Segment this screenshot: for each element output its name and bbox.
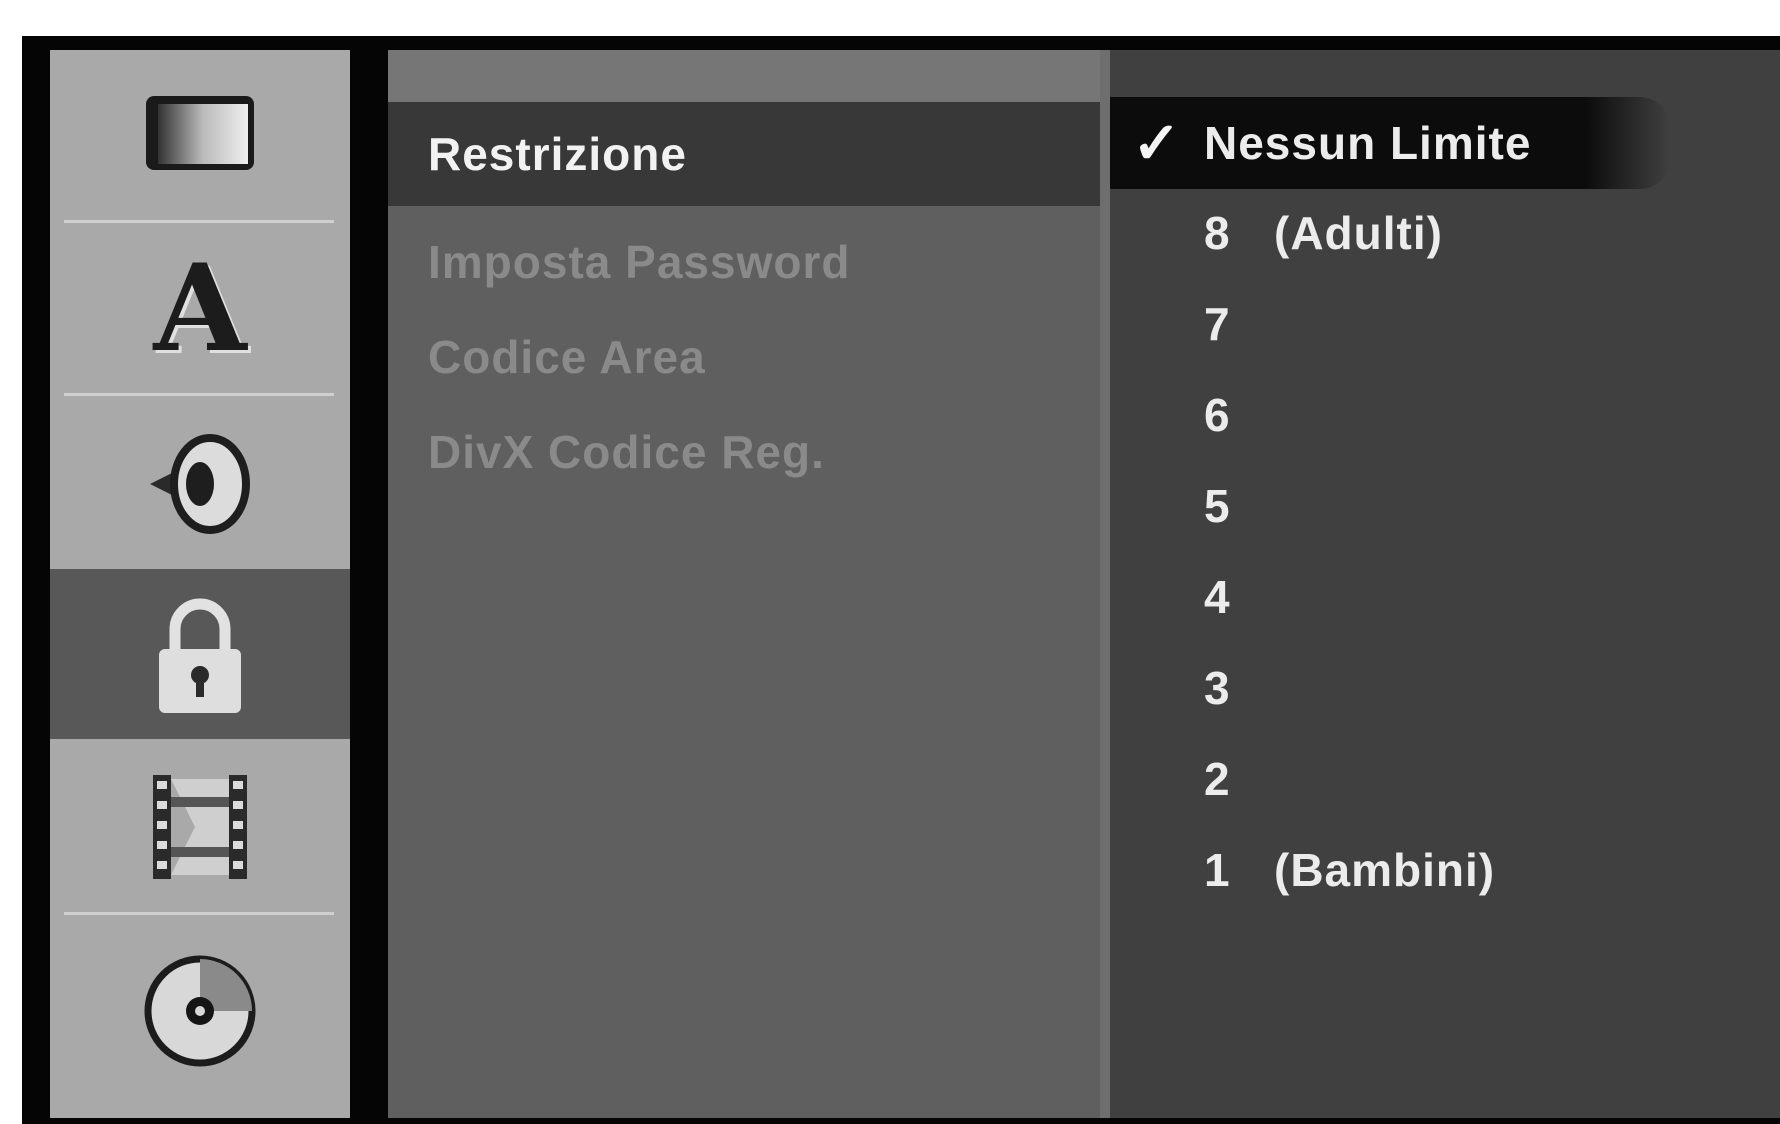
option-label: Nessun Limite xyxy=(1204,117,1532,169)
lock-icon xyxy=(159,598,241,713)
option-level-7[interactable]: 7 xyxy=(1110,278,1670,370)
submenu-header-bar xyxy=(388,50,1100,105)
option-number: 3 xyxy=(1204,662,1231,714)
speaker-icon xyxy=(150,434,250,534)
menu-item-set-password[interactable]: Imposta Password xyxy=(388,210,1100,314)
menu-item-divx-reg-code[interactable]: DivX Codice Reg. xyxy=(388,400,1100,504)
checkmark-icon: ✓ xyxy=(1132,111,1182,176)
sidebar-separator xyxy=(64,912,334,915)
option-level-4[interactable]: 4 xyxy=(1110,551,1670,643)
menu-item-area-code[interactable]: Codice Area xyxy=(388,305,1100,409)
option-level-3[interactable]: 3 xyxy=(1110,642,1670,734)
option-level-6[interactable]: 6 xyxy=(1110,369,1670,461)
sidebar-item-language[interactable]: A xyxy=(50,223,350,393)
option-label: (Bambini) xyxy=(1274,844,1496,896)
option-number: 8 xyxy=(1204,207,1231,259)
options-panel: ✓ Nessun Limite 8 (Adulti) 7 6 5 4 3 2 1… xyxy=(1110,50,1780,1118)
option-level-5[interactable]: 5 xyxy=(1110,460,1670,552)
option-level-2[interactable]: 2 xyxy=(1110,733,1670,825)
sidebar-item-movie[interactable] xyxy=(50,742,350,912)
film-icon xyxy=(153,775,247,879)
option-number: 7 xyxy=(1204,298,1231,350)
option-level-8[interactable]: 8 (Adulti) xyxy=(1110,187,1670,279)
language-icon: A xyxy=(153,237,247,379)
option-no-limit[interactable]: ✓ Nessun Limite xyxy=(1110,97,1670,189)
sidebar-item-disc[interactable] xyxy=(50,926,350,1096)
panel-divider xyxy=(1100,50,1110,1118)
menu-item-restriction[interactable]: Restrizione xyxy=(388,102,1100,206)
option-number: 5 xyxy=(1204,480,1231,532)
option-label: (Adulti) xyxy=(1274,207,1443,259)
option-number: 6 xyxy=(1204,389,1231,441)
option-number: 1 xyxy=(1204,844,1231,896)
sidebar-item-lock[interactable] xyxy=(50,569,350,739)
option-number: 4 xyxy=(1204,571,1231,623)
disc-icon xyxy=(144,955,256,1067)
setup-menu-screen: A Restrizione Imposta Password Codice Ar… xyxy=(22,36,1780,1124)
sidebar-item-audio[interactable] xyxy=(50,396,350,566)
submenu-panel: Restrizione Imposta Password Codice Area… xyxy=(388,50,1100,1118)
option-number: 2 xyxy=(1204,753,1231,805)
sidebar-item-display[interactable] xyxy=(50,50,350,220)
display-icon xyxy=(146,96,254,170)
category-sidebar: A xyxy=(50,50,350,1118)
option-level-1[interactable]: 1 (Bambini) xyxy=(1110,824,1670,916)
